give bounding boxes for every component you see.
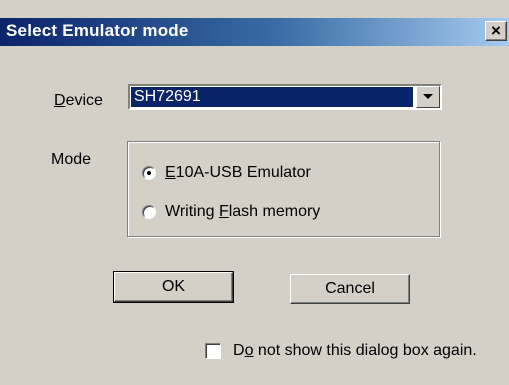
cancel-button[interactable]: Cancel — [290, 274, 410, 304]
close-icon: × — [491, 21, 501, 40]
device-label: Device — [54, 92, 103, 109]
device-dropdown-button[interactable] — [416, 86, 440, 108]
dont-show-again-label[interactable]: Do not show this dialog box again. — [233, 342, 477, 360]
radio-label-writing-flash-memory[interactable]: Writing Flash memory — [165, 203, 320, 221]
radio-label-e10a-usb-emulator[interactable]: E10A-USB Emulator — [165, 164, 311, 182]
title-bar[interactable]: Select Emulator mode × — [0, 18, 509, 46]
radio-writing-flash-memory[interactable] — [142, 205, 156, 219]
radio-e10a-usb-emulator[interactable] — [142, 166, 156, 180]
close-button[interactable]: × — [485, 21, 507, 41]
device-selected-value: SH72691 — [131, 87, 413, 107]
radio-selected-dot — [147, 171, 151, 175]
ok-button[interactable]: OK — [113, 271, 234, 303]
dont-show-again-checkbox[interactable] — [205, 343, 221, 359]
chevron-down-icon — [423, 94, 433, 99]
mode-label: Mode — [51, 151, 92, 168]
dialog-title: Select Emulator mode — [6, 21, 189, 40]
device-select[interactable]: SH72691 — [128, 84, 442, 110]
mode-group — [127, 141, 440, 237]
emulator-mode-dialog: Select Emulator mode × Device SH72691 Mo… — [0, 0, 509, 385]
